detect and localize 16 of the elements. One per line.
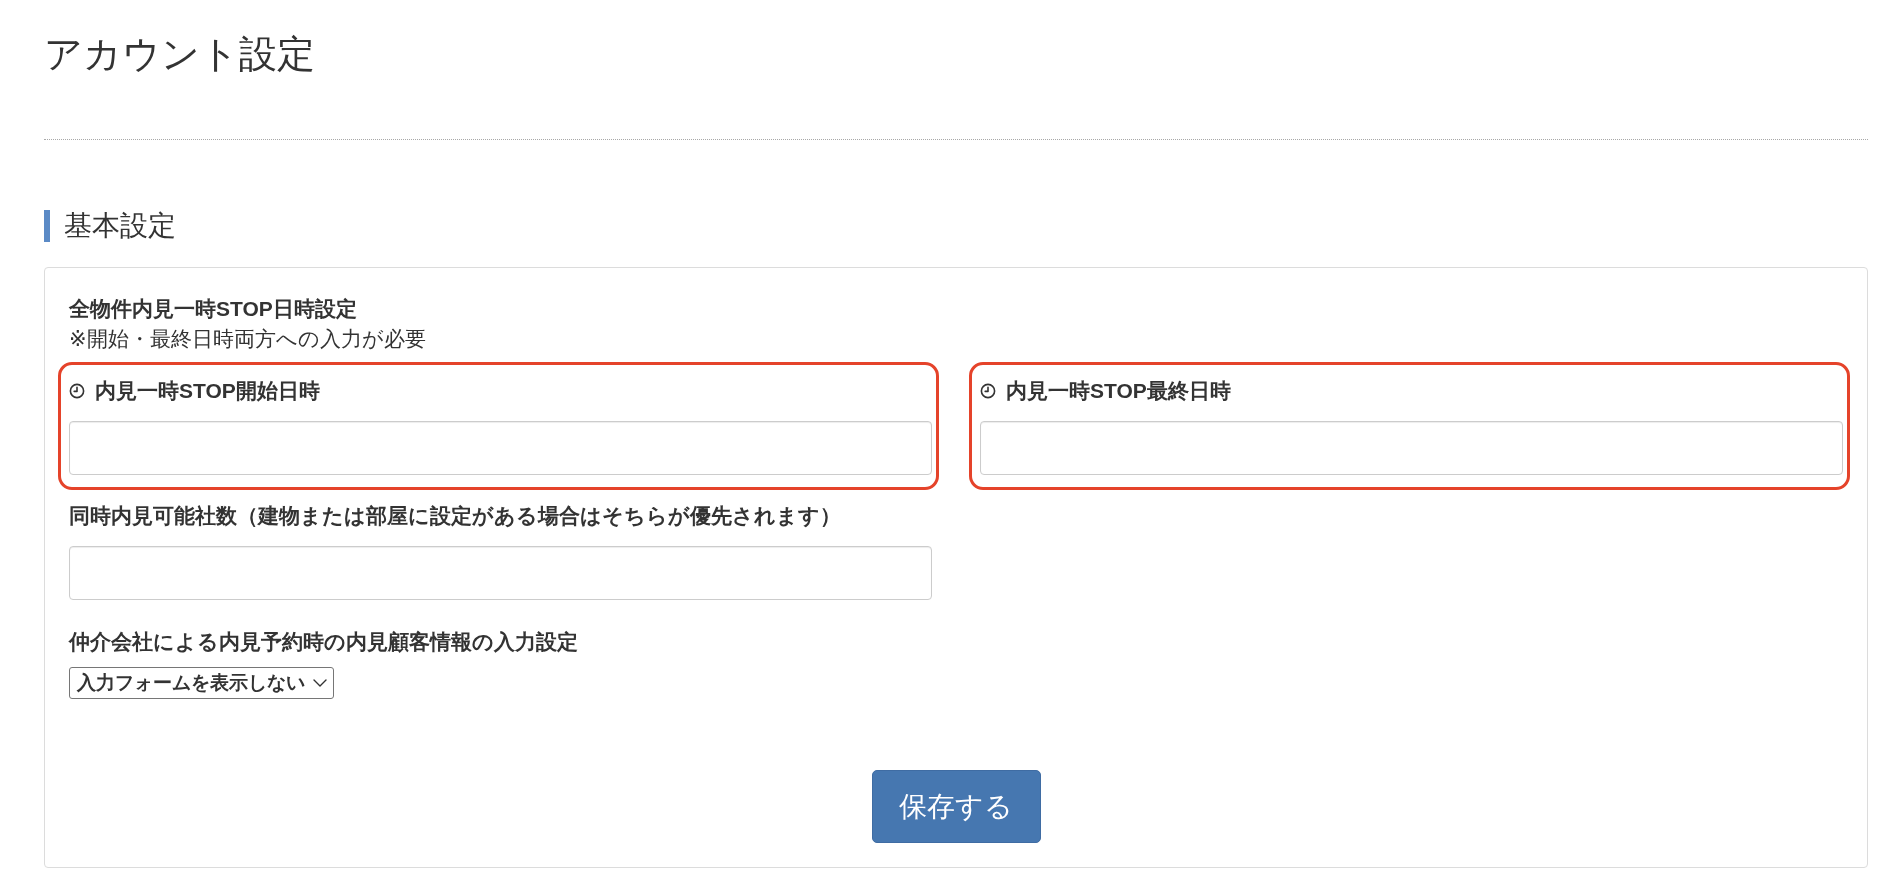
- chevron-down-icon: [313, 679, 327, 687]
- field-label: 仲介会社による内見予約時の内見顧客情報の入力設定: [69, 629, 578, 655]
- text-input[interactable]: [69, 546, 932, 600]
- datetime-input[interactable]: [980, 421, 1843, 475]
- field-label: 内見一時STOP最終日時: [1006, 378, 1231, 404]
- display-select[interactable]: 入力フォームを表示しない: [69, 667, 334, 699]
- field-label: 同時内見可能社数（建物または部屋に設定がある場合はそちらが優先されます）: [69, 503, 841, 530]
- datetime-input[interactable]: [69, 421, 932, 475]
- save-button[interactable]: 保存する: [871, 770, 1041, 843]
- page-title: アカウント設定: [44, 32, 315, 77]
- clock-icon: [980, 383, 996, 399]
- section-heading: 基本設定: [44, 210, 176, 242]
- note-text: ※開始・最終日時両方への入力が必要: [69, 326, 426, 352]
- group-heading: 全物件内見一時STOP日時設定: [69, 296, 357, 322]
- clock-icon: [69, 383, 85, 399]
- field-label: 内見一時STOP開始日時: [95, 378, 320, 404]
